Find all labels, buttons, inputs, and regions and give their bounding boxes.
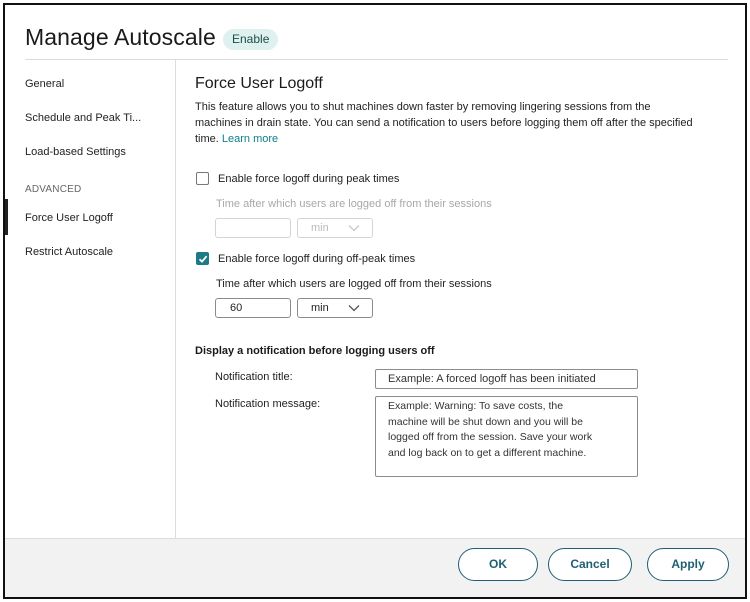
dialog-footer: [5, 539, 745, 597]
learn-more-link[interactable]: Learn more: [222, 133, 278, 145]
apply-button[interactable]: Apply: [647, 548, 729, 581]
peak-force-logoff-label: Enable force logoff during peak times: [218, 173, 400, 185]
offpeak-unit-value: min: [311, 302, 329, 314]
manage-autoscale-dialog: Manage Autoscale Enable General Schedule…: [3, 3, 747, 599]
notification-title-label: Notification title:: [215, 371, 293, 383]
notification-section-title: Display a notification before logging us…: [195, 345, 435, 357]
offpeak-unit-select[interactable]: min: [297, 298, 373, 318]
chevron-down-icon: [348, 305, 360, 312]
peak-time-label: Time after which users are logged off fr…: [216, 198, 492, 210]
notification-title-input[interactable]: Example: A forced logoff has been initia…: [375, 369, 638, 389]
ok-button[interactable]: OK: [458, 548, 538, 581]
offpeak-force-logoff-checkbox[interactable]: [196, 252, 209, 265]
status-badge: Enable: [223, 29, 279, 50]
feature-description: This feature allows you to shut machines…: [195, 99, 695, 147]
sidebar-section-advanced: ADVANCED: [25, 184, 82, 195]
peak-unit-select[interactable]: min: [297, 218, 373, 238]
sidebar-nav: General Schedule and Peak Ti... Load-bas…: [5, 60, 176, 538]
offpeak-time-label: Time after which users are logged off fr…: [216, 278, 492, 290]
offpeak-force-logoff-label: Enable force logoff during off-peak time…: [218, 253, 416, 265]
notification-message-label: Notification message:: [215, 398, 321, 410]
chevron-down-icon: [348, 225, 360, 232]
sidebar-item-schedule-and-peak-times[interactable]: Schedule and Peak Ti...: [25, 112, 141, 124]
active-item-indicator: [5, 199, 8, 235]
section-heading: Force User Logoff: [195, 75, 323, 92]
notification-message-textarea[interactable]: Example: Warning: To save costs, the mac…: [375, 396, 638, 477]
dialog-header: Manage Autoscale Enable: [5, 5, 745, 61]
sidebar-item-restrict-autoscale[interactable]: Restrict Autoscale: [25, 246, 113, 258]
peak-force-logoff-checkbox[interactable]: [196, 172, 209, 185]
peak-time-input[interactable]: [215, 218, 291, 238]
sidebar-item-force-user-logoff[interactable]: Force User Logoff: [25, 212, 113, 224]
sidebar-item-general[interactable]: General: [25, 78, 64, 90]
sidebar-item-load-based-settings[interactable]: Load-based Settings: [25, 146, 126, 158]
offpeak-time-input[interactable]: 60: [215, 298, 291, 318]
peak-unit-value: min: [311, 222, 329, 234]
checkmark-icon: [198, 255, 208, 263]
dialog-title: Manage Autoscale: [25, 24, 216, 50]
cancel-button[interactable]: Cancel: [548, 548, 632, 581]
